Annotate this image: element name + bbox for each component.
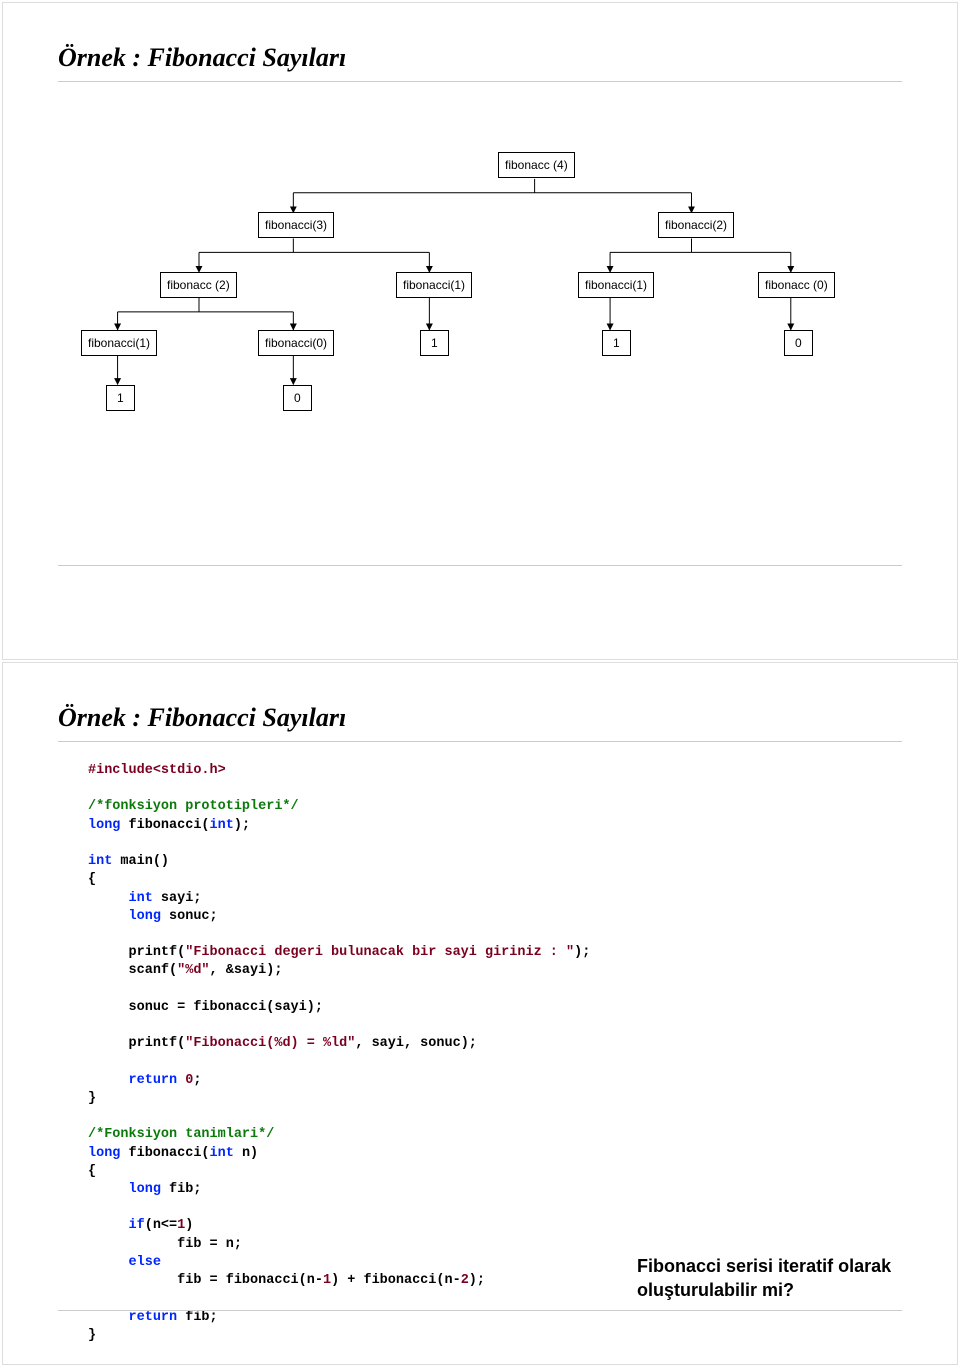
node-fib1-c: fibonacci(1) xyxy=(81,330,157,356)
node-fib2-right: fibonacci(2) xyxy=(658,212,734,238)
heading-rule xyxy=(58,81,902,82)
leaf-1c: 1 xyxy=(106,385,135,411)
slide-fibonacci-tree: Örnek : Fibonacci Sayıları xyxy=(2,2,958,660)
slide-title: Örnek : Fibonacci Sayıları xyxy=(58,703,902,733)
leaf-1a: 1 xyxy=(420,330,449,356)
fibonacci-call-tree: fibonacc (4) fibonacci(3) fibonacci(2) f… xyxy=(58,142,902,462)
side-question: Fibonacci serisi iteratif olarak oluştur… xyxy=(637,1255,897,1302)
node-fib1-b: fibonacci(1) xyxy=(578,272,654,298)
node-fib0-right: fibonacc (0) xyxy=(758,272,835,298)
slide-fibonacci-code: Örnek : Fibonacci Sayıları #include<stdi… xyxy=(2,662,958,1365)
slide-title: Örnek : Fibonacci Sayıları xyxy=(58,43,902,73)
leaf-1b: 1 xyxy=(602,330,631,356)
leaf-0b: 0 xyxy=(283,385,312,411)
node-fib2-left: fibonacc (2) xyxy=(160,272,237,298)
node-fib1-a: fibonacci(1) xyxy=(396,272,472,298)
bottom-rule xyxy=(58,1310,902,1311)
node-fib4: fibonacc (4) xyxy=(498,152,575,178)
node-fib3: fibonacci(3) xyxy=(258,212,334,238)
tree-connectors xyxy=(58,142,902,462)
leaf-0a: 0 xyxy=(784,330,813,356)
bottom-rule xyxy=(58,565,902,566)
heading-rule xyxy=(58,741,902,742)
node-fib0-left: fibonacci(0) xyxy=(258,330,334,356)
